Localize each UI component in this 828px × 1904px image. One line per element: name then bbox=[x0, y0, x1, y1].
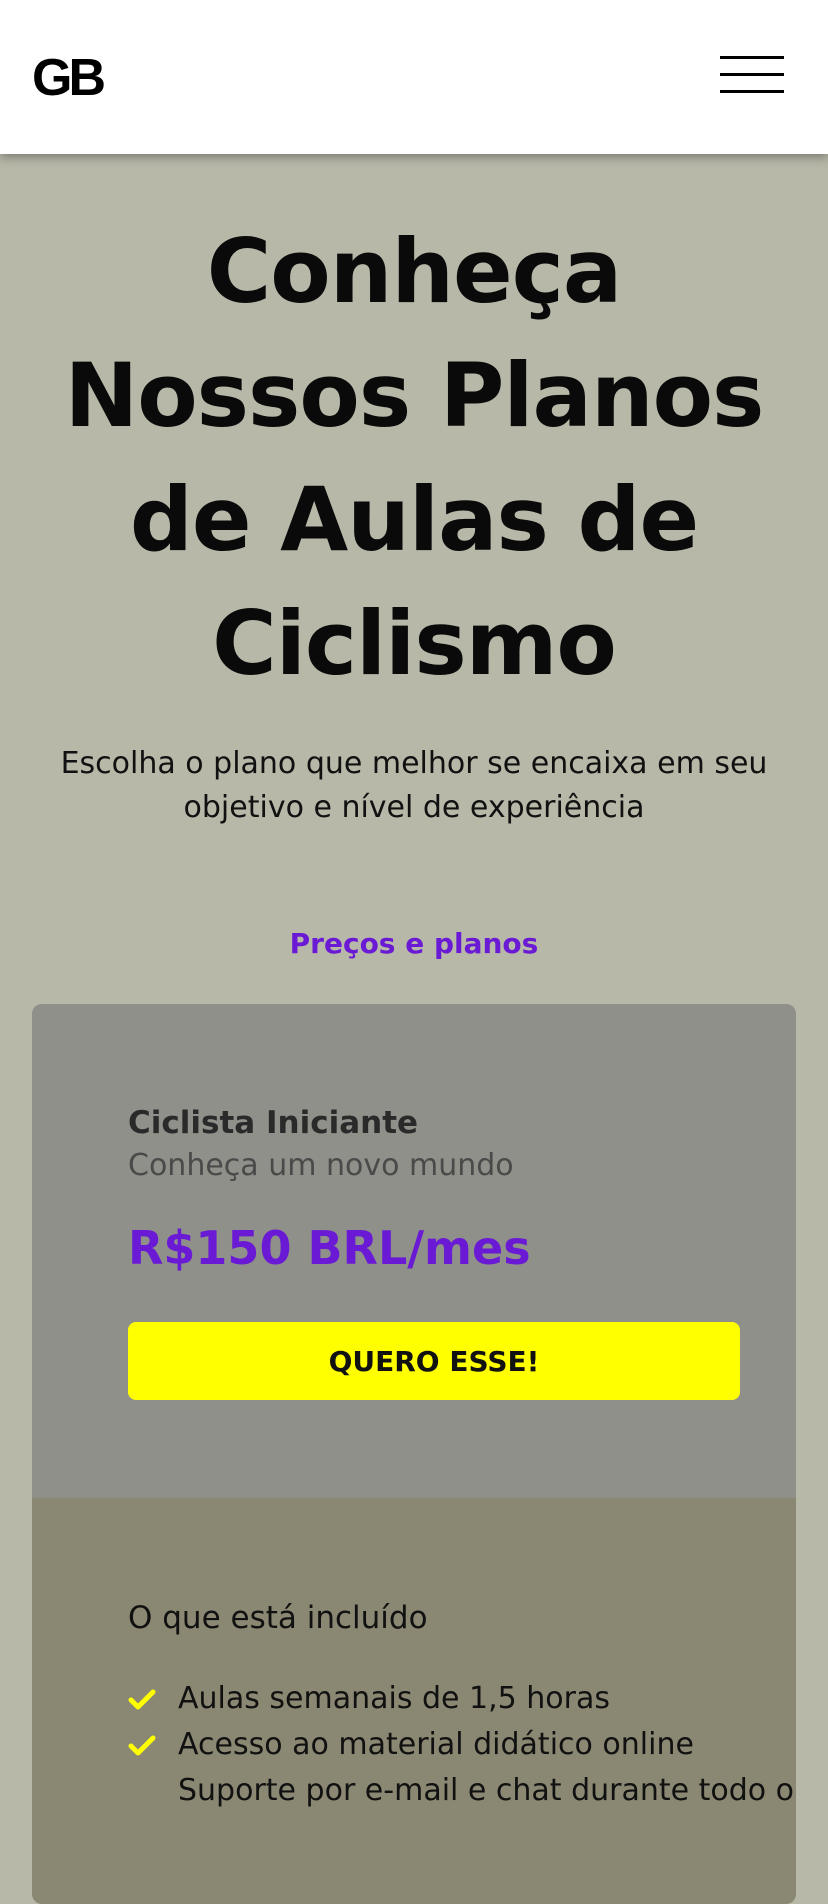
feature-text: Aulas semanais de 1,5 horas bbox=[178, 1681, 611, 1716]
feature-item: Suporte por e-mail e chat durante todo o bbox=[128, 1768, 794, 1814]
menu-bar bbox=[720, 73, 784, 76]
plan-name: Ciclista Iniciante bbox=[128, 1105, 419, 1141]
feature-item: Acesso ao material didático online bbox=[128, 1722, 768, 1768]
checkmark-icon bbox=[128, 1735, 156, 1756]
menu-bar bbox=[720, 56, 784, 59]
site-header: GB bbox=[0, 0, 828, 154]
plan-tagline: Conheça um novo mundo bbox=[128, 1148, 514, 1183]
included-title: O que está incluído bbox=[128, 1600, 428, 1636]
checkmark-icon bbox=[128, 1689, 156, 1710]
feature-text: Acesso ao material didático online bbox=[178, 1727, 694, 1762]
pricing-section-label: Preços e planos bbox=[289, 927, 539, 960]
feature-item: Aulas semanais de 1,5 horas bbox=[128, 1676, 768, 1722]
plan-card-header: Ciclista Iniciante Conheça um novo mundo… bbox=[32, 1004, 796, 1498]
page-title: Conheça Nossos Planos de Aulas de Ciclis… bbox=[64, 220, 765, 695]
logo[interactable]: GB bbox=[32, 48, 106, 108]
feature-list: Aulas semanais de 1,5 horas Acesso ao ma… bbox=[128, 1676, 794, 1814]
choose-plan-button[interactable]: QUERO ESSE! bbox=[128, 1322, 740, 1400]
menu-bar bbox=[720, 90, 784, 93]
plan-card: Ciclista Iniciante Conheça um novo mundo… bbox=[32, 1004, 796, 1904]
page-subtitle: Escolha o plano que melhor se encaixa em… bbox=[60, 746, 768, 825]
plan-price: R$150 BRL/mes bbox=[128, 1221, 531, 1275]
hamburger-menu-icon[interactable] bbox=[714, 52, 786, 100]
